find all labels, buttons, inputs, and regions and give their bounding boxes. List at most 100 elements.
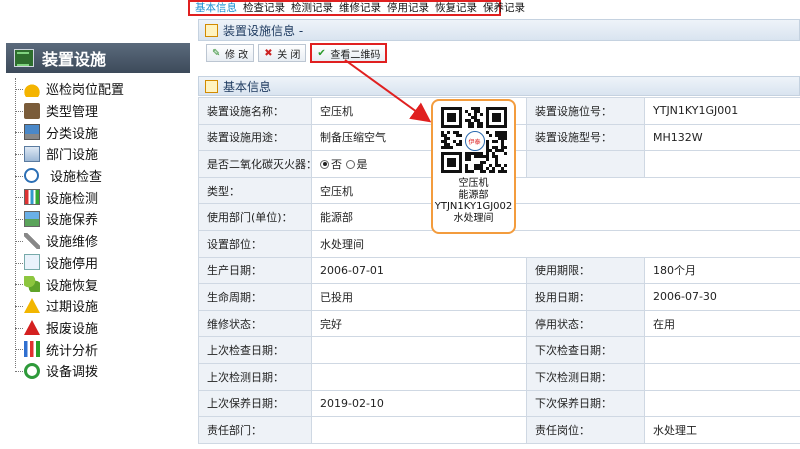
- qr-module: [449, 146, 453, 149]
- field-label: 停用状态：: [526, 309, 645, 338]
- sidebar-item-facility-testing[interactable]: 设施检测: [10, 186, 190, 208]
- sidebar-title: 装置设施: [42, 50, 107, 69]
- qr-module: [500, 167, 504, 170]
- edit-button[interactable]: ✎ 修 改: [206, 44, 255, 62]
- field-label: 下次保养日期：: [526, 389, 645, 418]
- qr-module: [503, 152, 507, 155]
- sidebar-item-type-management[interactable]: 类型管理: [10, 100, 190, 122]
- sidebar-header: 装置设施: [6, 43, 190, 73]
- sidebar-item-facility-repair[interactable]: 设施维修: [10, 230, 190, 252]
- field-value: [311, 362, 527, 391]
- field-value: [644, 362, 800, 391]
- sidebar-item-label: 设施检测: [46, 191, 99, 207]
- sidebar-item-equipment-transfer[interactable]: 设备调拨: [10, 360, 190, 382]
- qr-module: [479, 125, 483, 128]
- type-icon: [24, 102, 40, 119]
- co2-no-radio[interactable]: [320, 159, 329, 169]
- view-qr-code-label: 查看二维码: [330, 49, 381, 61]
- field-value: 水处理间: [311, 229, 800, 258]
- sidebar-item-scrapped-facilities[interactable]: 报废设施: [10, 317, 190, 339]
- sidebar-item-facility-deactivation[interactable]: 设施停用: [10, 252, 190, 274]
- warning-icon: [24, 298, 40, 314]
- sidebar-item-label: 设备调拨: [46, 365, 99, 381]
- field-value: 能源部: [311, 203, 800, 231]
- qr-module: [479, 167, 483, 170]
- field-value: [644, 389, 800, 418]
- tab-inspection-records[interactable]: 检查记录: [240, 2, 288, 14]
- qr-module: [458, 143, 462, 146]
- qr-module: [440, 140, 444, 143]
- qr-module: [473, 116, 477, 119]
- tab-basic-info[interactable]: 基本信息: [192, 2, 240, 14]
- co2-yes-radio[interactable]: [345, 159, 355, 169]
- qr-module: [479, 161, 483, 164]
- qr-module: [485, 152, 489, 155]
- sidebar-item-facility-restore[interactable]: 设施恢复: [10, 273, 190, 295]
- sidebar-item-department-facilities[interactable]: 部门设施: [10, 143, 190, 165]
- table-row: 上次保养日期： 2019-02-10 下次保养日期：: [198, 389, 800, 418]
- qr-module: [476, 122, 480, 125]
- qr-module: [482, 170, 486, 173]
- sidebar-item-label: 部门设施: [46, 148, 99, 164]
- tab-maintenance-records[interactable]: 保养记录: [480, 2, 528, 14]
- qr-module: [491, 155, 495, 158]
- tab-restore-records[interactable]: 恢复记录: [432, 2, 480, 14]
- qr-module: [443, 143, 447, 146]
- qr-line-tag: YTJN1KY1GJ002: [434, 201, 513, 213]
- qr-module: [497, 131, 501, 134]
- qr-module: [467, 152, 471, 155]
- toolbar: ✎ 修 改 ✖ 关 闭 ✔ 查看二维码: [198, 42, 800, 64]
- tab-deactivation-records[interactable]: 停用记录: [384, 2, 432, 14]
- field-value: 2006-07-30: [644, 283, 800, 311]
- tab-repair-records[interactable]: 维修记录: [336, 2, 384, 14]
- qr-module: [476, 125, 480, 128]
- close-button[interactable]: ✖ 关 闭: [258, 44, 307, 62]
- helmet-icon: [24, 80, 40, 97]
- bar-chart-icon: [24, 341, 40, 358]
- table-row: 维修状态： 完好 停用状态： 在用: [198, 309, 800, 338]
- qr-module: [479, 113, 483, 116]
- qr-module: [455, 143, 459, 146]
- sidebar-item-expired-facilities[interactable]: 过期设施: [10, 295, 190, 317]
- sidebar-item-category-facilities[interactable]: 分类设施: [10, 121, 190, 143]
- sidebar-item-facility-maintenance[interactable]: 设施保养: [10, 208, 190, 230]
- panel-header: 装置设施信息 -: [198, 19, 800, 41]
- qr-line-type: 空压机: [458, 178, 489, 189]
- qr-module: [497, 149, 501, 152]
- sidebar-item-statistics[interactable]: 统计分析: [10, 338, 190, 360]
- qr-module: [479, 152, 483, 155]
- qr-module: [479, 170, 483, 173]
- qr-module: [446, 137, 450, 140]
- field-value: 2019-02-10: [311, 389, 527, 418]
- qr-line-location: 水处理间: [453, 213, 494, 225]
- qr-module: [494, 164, 498, 167]
- field-value: YTJN1KY1GJ001: [644, 97, 800, 125]
- sidebar-item-facility-inspection[interactable]: 设施检查: [10, 165, 190, 187]
- qr-module: [500, 146, 504, 149]
- view-qr-code-button[interactable]: ✔ 查看二维码: [310, 43, 388, 63]
- tab-testing-records[interactable]: 检测记录: [288, 2, 336, 14]
- qr-module: [485, 167, 489, 170]
- qr-caption: 空压机 能源部 YTJN1KY1GJ002 水处理间: [435, 178, 512, 225]
- sidebar-item-patrol-post-config[interactable]: 巡检岗位配置: [10, 78, 190, 100]
- qr-module: [503, 146, 507, 149]
- qr-module: [494, 140, 498, 143]
- qr-module: [455, 134, 459, 137]
- section-header: 基本信息: [198, 76, 800, 96]
- qr-module: [488, 149, 492, 152]
- qr-module: [491, 152, 495, 155]
- qr-module: [500, 149, 504, 152]
- qr-module: [500, 170, 504, 173]
- qr-module: [482, 155, 486, 158]
- qr-finder: [491, 113, 501, 122]
- department-icon: [24, 145, 40, 162]
- field-label: 投用日期：: [526, 283, 645, 311]
- sidebar-item-label: 设施停用: [46, 256, 99, 272]
- co2-yes-label: 是: [356, 157, 368, 171]
- sidebar-item-label: 设施保养: [46, 213, 99, 229]
- sidebar-item-label: 设施维修: [46, 235, 99, 251]
- qr-module: [485, 143, 489, 146]
- sidebar-item-label: 过期设施: [46, 300, 99, 316]
- qr-module: [473, 113, 477, 116]
- qr-module: [491, 167, 495, 170]
